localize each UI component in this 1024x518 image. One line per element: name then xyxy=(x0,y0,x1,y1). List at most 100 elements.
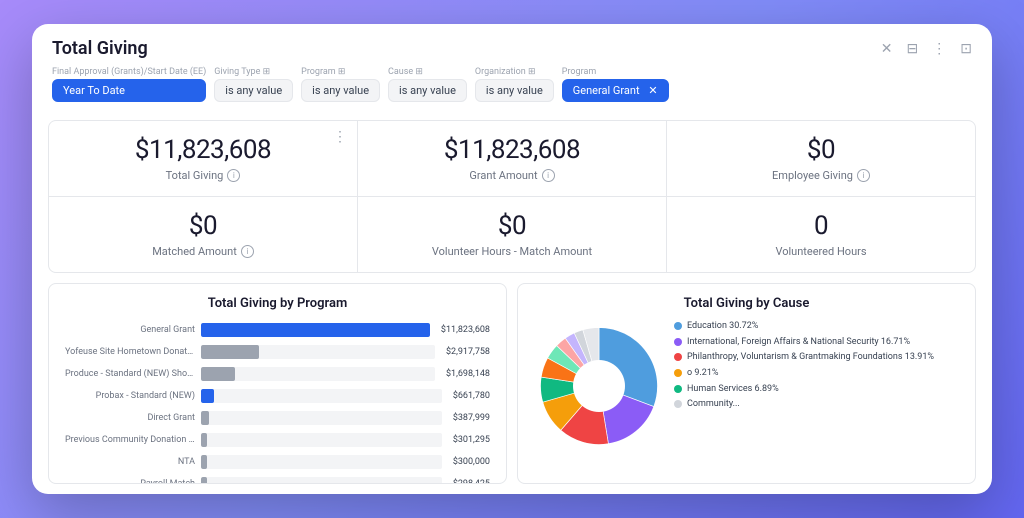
filter-chip-cause[interactable]: is any value xyxy=(388,79,467,102)
filter-label-program2: Program xyxy=(562,67,669,77)
metric-card-employee-giving: $0 Employee Giving i xyxy=(667,121,975,196)
metric-value-employee-giving: $0 xyxy=(807,135,835,165)
title-bar: Total Giving ✕ ⊟ ⋮ ⊡ xyxy=(32,24,992,59)
legend-label: Philanthropy, Voluntarism & Grantmaking … xyxy=(687,352,934,364)
bar-track xyxy=(201,477,442,484)
bar-fill xyxy=(201,411,209,425)
legend-dot xyxy=(674,322,682,330)
filter-label-date: Final Approval (Grants)/Start Date (EE) xyxy=(52,67,206,77)
metric-value-total-giving: $11,823,608 xyxy=(135,135,271,165)
metric-label-volunteer-hours: Volunteered Hours xyxy=(775,245,866,258)
bar-value: $2,917,758 xyxy=(446,347,490,357)
bar-chart-title: Total Giving by Program xyxy=(65,296,490,311)
bar-value: $1,698,148 xyxy=(446,369,490,379)
metric-value-volunteer-hours: 0 xyxy=(814,211,828,241)
pie-svg-wrap xyxy=(534,321,664,455)
bar-row: General Grant $11,823,608 xyxy=(65,321,490,339)
filter-group-date: Final Approval (Grants)/Start Date (EE) … xyxy=(52,67,206,102)
legend-dot xyxy=(674,400,682,408)
bar-value: $661,780 xyxy=(453,391,490,401)
filter-group-org: Organization ⊞ is any value xyxy=(475,67,554,102)
filter-chip-date[interactable]: Year To Date xyxy=(52,79,206,102)
filter-group-program2: Program General Grant ✕ xyxy=(562,67,669,102)
info-icon-total-giving[interactable]: i xyxy=(227,169,240,182)
close-icon[interactable]: ✕ xyxy=(881,41,893,57)
remove-filter-icon[interactable]: ✕ xyxy=(648,84,657,97)
legend-dot xyxy=(674,353,682,361)
pie-chart-title: Total Giving by Cause xyxy=(534,296,959,311)
bar-value: $11,823,608 xyxy=(441,325,490,335)
filter-group-giving-type: Giving Type ⊞ is any value xyxy=(214,67,293,102)
metric-card-volunteer-hours: 0 Volunteered Hours xyxy=(667,197,975,272)
bar-track xyxy=(201,411,442,425)
filter-chip-giving-type[interactable]: is any value xyxy=(214,79,293,102)
filter-icon[interactable]: ⊟ xyxy=(907,41,919,57)
bar-fill xyxy=(201,345,259,359)
legend-item: International, Foreign Affairs & Nationa… xyxy=(674,337,934,349)
metric-label-employee-giving: Employee Giving i xyxy=(772,169,870,182)
legend-label: International, Foreign Affairs & Nationa… xyxy=(687,337,910,349)
bar-label: Yofeuse Site Hometown Donations xyxy=(65,347,195,357)
bar-track xyxy=(201,367,435,381)
bar-row: Payroll Match$298,425 xyxy=(65,475,490,484)
page-title: Total Giving xyxy=(52,38,148,59)
bar-value: $387,999 xyxy=(453,413,490,423)
metric-label-total-giving: Total Giving i xyxy=(166,169,241,182)
bar-label: Direct Grant xyxy=(65,413,195,423)
bar-track xyxy=(201,345,435,359)
expand-icon[interactable]: ⊡ xyxy=(960,41,972,57)
main-window: Total Giving ✕ ⊟ ⋮ ⊡ Final Approval (Gra… xyxy=(32,24,992,494)
bar-track xyxy=(201,389,442,403)
filter-label-org: Organization ⊞ xyxy=(475,67,554,77)
bar-chart: General Grant $11,823,608 Yofeuse Site Hom… xyxy=(65,321,490,484)
legend-item: Philanthropy, Voluntarism & Grantmaking … xyxy=(674,352,934,364)
metric-more-icon[interactable]: ⋮ xyxy=(333,129,347,145)
charts-row: Total Giving by Program General Grant $11… xyxy=(48,283,976,484)
bar-fill xyxy=(201,367,235,381)
bar-label: Produce - Standard (NEW) Short Form xyxy=(65,369,195,379)
bar-row: Produce - Standard (NEW) Short Form $1,69… xyxy=(65,365,490,383)
pie-center xyxy=(573,360,625,412)
metric-card-total-giving: ⋮ $11,823,608 Total Giving i xyxy=(49,121,357,196)
bar-label: General Grant xyxy=(65,325,195,335)
legend-item: Human Services 6.89% xyxy=(674,384,934,396)
info-icon-employee-giving[interactable]: i xyxy=(857,169,870,182)
legend-label: ο 9.21% xyxy=(687,368,719,380)
info-icon-grant-amount[interactable]: i xyxy=(542,169,555,182)
legend-item: ο 9.21% xyxy=(674,368,934,380)
filter-group-cause: Cause ⊞ is any value xyxy=(388,67,467,102)
bar-track xyxy=(201,455,442,469)
window-controls: ✕ ⊟ ⋮ ⊡ xyxy=(881,41,972,57)
bar-label: NTA xyxy=(65,457,195,467)
legend-dot xyxy=(674,369,682,377)
bar-label: Probax - Standard (NEW) xyxy=(65,391,195,401)
metric-value-matched-amount: $0 xyxy=(189,211,217,241)
bar-chart-card: Total Giving by Program General Grant $11… xyxy=(48,283,507,484)
metric-card-grant-amount: $11,823,608 Grant Amount i xyxy=(358,121,666,196)
bar-label: Payroll Match xyxy=(65,479,195,484)
bar-row: Yofeuse Site Hometown Donations $2,917,75… xyxy=(65,343,490,361)
filter-chip-org[interactable]: is any value xyxy=(475,79,554,102)
bar-row: Direct Grant $387,999 xyxy=(65,409,490,427)
filter-chip-program1[interactable]: is any value xyxy=(301,79,380,102)
filter-group-program1: Program ⊞ is any value xyxy=(301,67,380,102)
filter-chip-program2[interactable]: General Grant ✕ xyxy=(562,79,669,102)
legend-item: Education 30.72% xyxy=(674,321,934,333)
legend-dot xyxy=(674,385,682,393)
metrics-grid: ⋮ $11,823,608 Total Giving i $11,823,608… xyxy=(48,120,976,273)
bar-track xyxy=(201,323,430,337)
legend-dot xyxy=(674,338,682,346)
filter-bar: Final Approval (Grants)/Start Date (EE) … xyxy=(32,59,992,110)
pie-container: Education 30.72% International, Foreign A… xyxy=(534,321,959,455)
more-icon[interactable]: ⋮ xyxy=(932,41,946,57)
info-icon-matched-amount[interactable]: i xyxy=(241,245,254,258)
metric-card-matched-amount: $0 Matched Amount i xyxy=(49,197,357,272)
bar-fill xyxy=(201,323,430,337)
pie-chart-svg xyxy=(534,321,664,451)
metric-label-volunteer-match: Volunteer Hours - Match Amount xyxy=(432,245,592,258)
bar-fill xyxy=(201,433,207,447)
metric-value-grant-amount: $11,823,608 xyxy=(444,135,580,165)
legend-label: Education 30.72% xyxy=(687,321,758,333)
bar-value: $301,295 xyxy=(453,435,490,445)
filter-label-cause: Cause ⊞ xyxy=(388,67,467,77)
